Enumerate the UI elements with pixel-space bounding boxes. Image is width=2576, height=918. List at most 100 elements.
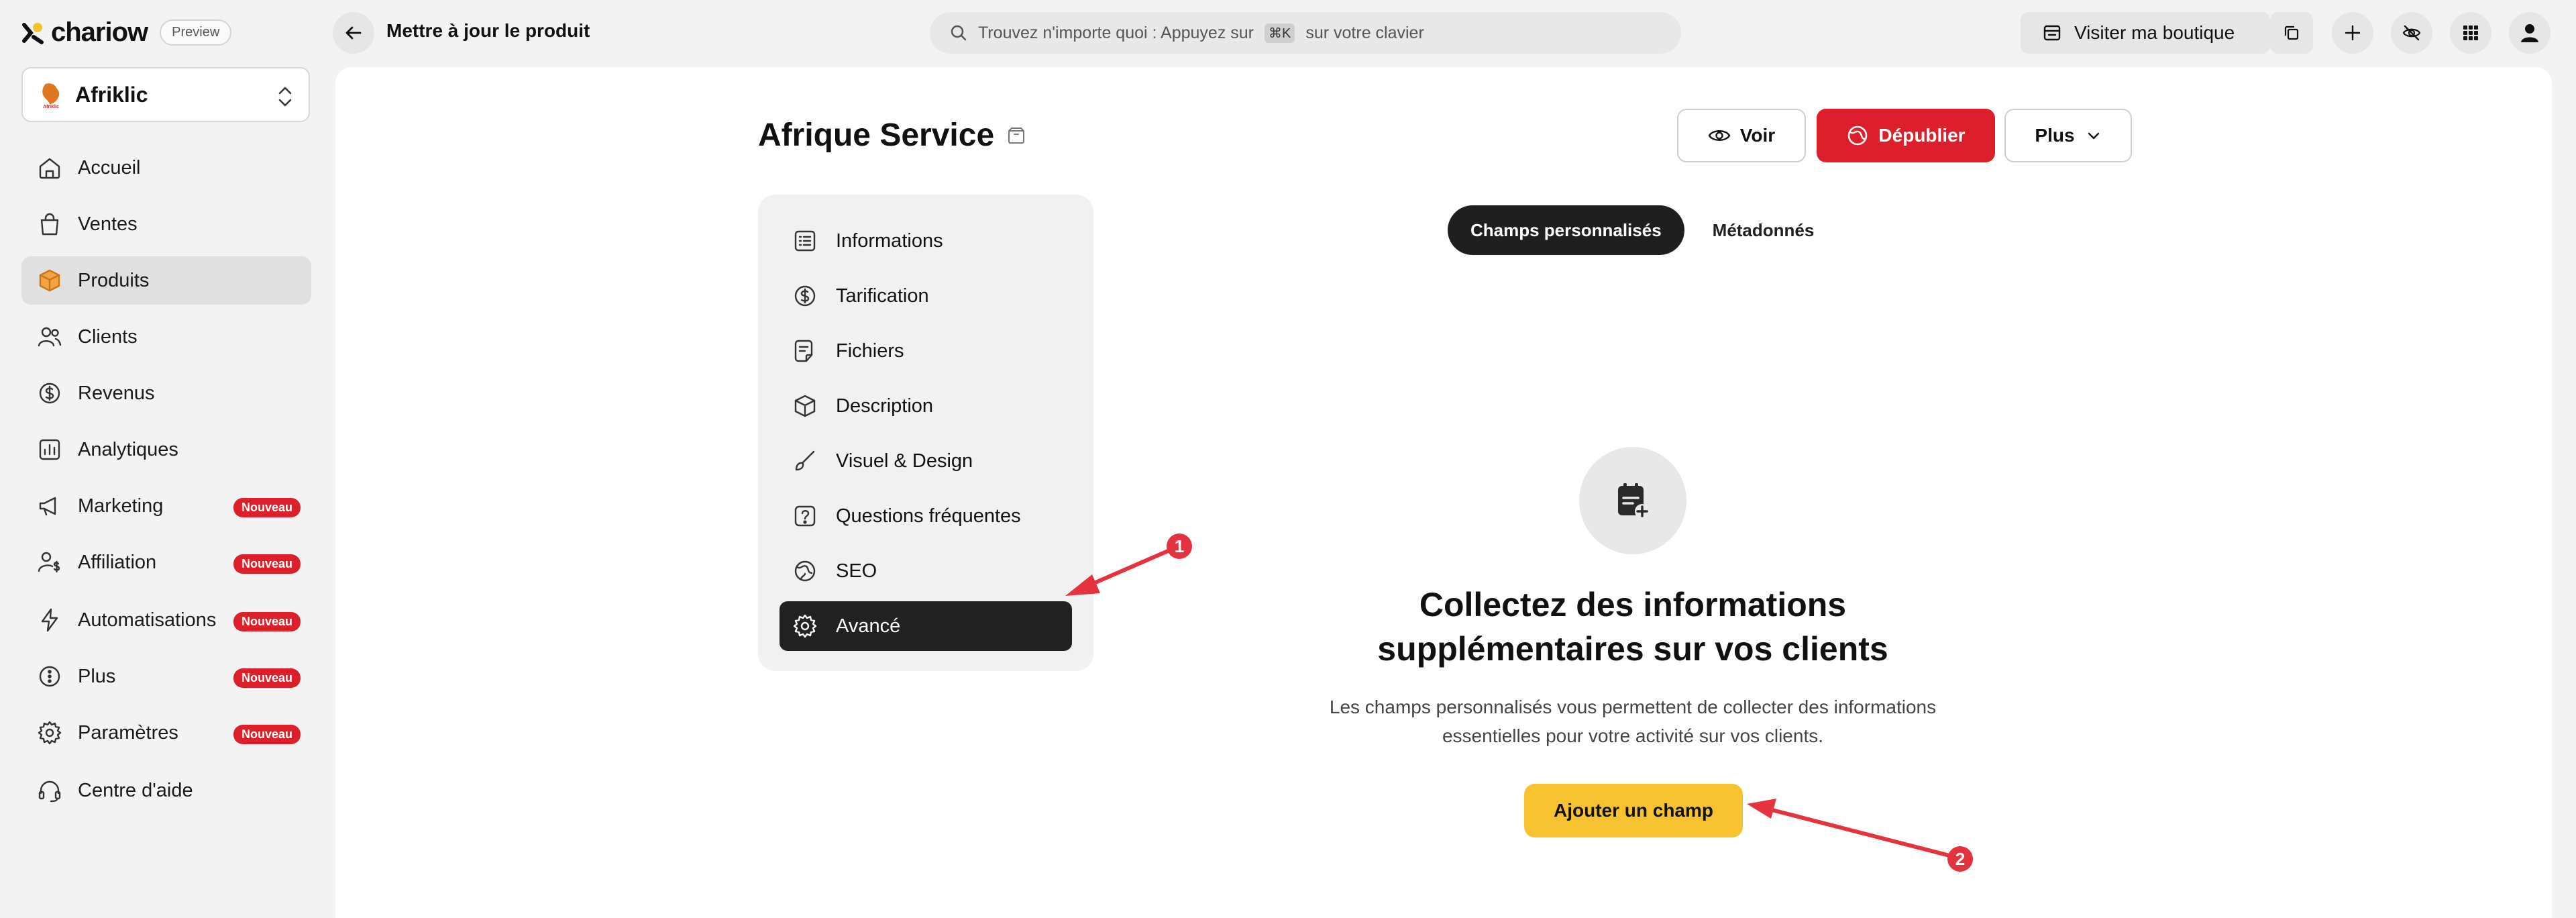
sidebar-item-produits[interactable]: Produits: [21, 256, 311, 305]
sidebar-item-plus[interactable]: Plus Nouveau: [21, 652, 311, 701]
tab-custom-fields[interactable]: Champs personnalisés: [1448, 205, 1684, 255]
nav-icon: [36, 323, 63, 350]
user-menu-button[interactable]: [2509, 12, 2551, 54]
nav-icon: [36, 719, 63, 746]
sidebar-item-clients[interactable]: Clients: [21, 313, 311, 361]
sidebar-item-label: Automatisations: [78, 609, 217, 631]
globe-icon: [794, 560, 816, 582]
sidebar-item-label: Produits: [78, 269, 150, 291]
chariow-logo[interactable]: chariow Preview: [21, 17, 232, 48]
menu-item-label: Description: [836, 395, 934, 417]
new-badge: Nouveau: [233, 725, 301, 744]
sidebar-item-affiliation[interactable]: Affiliation Nouveau: [21, 538, 311, 586]
menu-item-questions-fr-quentes[interactable]: Questions fréquentes: [780, 491, 1072, 541]
menu-item-icon: [792, 338, 818, 364]
product-title: Afrique Service: [758, 117, 995, 153]
view-button-label: Voir: [1739, 125, 1776, 146]
menu-item-description[interactable]: Description: [780, 381, 1072, 431]
chart-icon: [39, 439, 60, 460]
nav-icon: [36, 607, 63, 633]
main-panel: [335, 67, 2552, 918]
sidebar-item-centre-d-aide[interactable]: Centre d'aide: [21, 766, 311, 815]
menu-item-avanc-[interactable]: Avancé: [780, 601, 1072, 651]
nav-icon: [36, 267, 63, 294]
back-button[interactable]: [333, 12, 374, 54]
nav-icon: [36, 154, 63, 181]
sidebar-item-accueil[interactable]: Accueil: [21, 144, 311, 192]
new-badge: Nouveau: [233, 498, 301, 517]
add-button[interactable]: [2332, 12, 2373, 54]
sidebar-item-marketing[interactable]: Marketing Nouveau: [21, 482, 311, 530]
box-icon: [1008, 127, 1025, 144]
visit-store-label: Visiter ma boutique: [2074, 22, 2235, 43]
search-icon: [951, 25, 967, 41]
chevron-up-down-icon: [278, 87, 292, 107]
sidebar-item-label: Affiliation: [78, 551, 157, 573]
search-shortcut: ⌘K: [1265, 23, 1295, 43]
empty-state-description: Les champs personnalisés vous permettent…: [1297, 693, 1968, 750]
nav-icon: [36, 380, 63, 407]
user-dollar-icon: [38, 552, 60, 573]
empty-state-desc-line2: essentielles pour votre activité sur vos…: [1442, 725, 1824, 746]
new-badge: Nouveau: [233, 554, 301, 574]
product-title-row: Afrique Service: [758, 117, 1026, 154]
menu-item-fichiers[interactable]: Fichiers: [780, 326, 1072, 376]
apps-button[interactable]: [2450, 12, 2491, 54]
menu-item-icon: [792, 393, 818, 419]
menu-item-label: SEO: [836, 560, 877, 582]
tab-metadata[interactable]: Métadonnés: [1690, 205, 1837, 255]
visit-store-button[interactable]: Visiter ma boutique: [2021, 12, 2270, 54]
question-icon: [794, 505, 816, 527]
top-bar: chariow Preview Mettre à jour le produit…: [0, 0, 2576, 66]
page-heading: Mettre à jour le produit: [386, 20, 590, 41]
menu-item-icon: [792, 227, 818, 254]
bolt-icon: [41, 608, 58, 632]
brush-icon: [795, 450, 815, 471]
svg-text:Afriklic: Afriklic: [43, 105, 59, 109]
headset-icon: [38, 780, 61, 803]
nav-icon: [36, 436, 63, 463]
sidebar-item-ventes[interactable]: Ventes: [21, 200, 311, 248]
menu-item-tarification[interactable]: Tarification: [780, 271, 1072, 321]
form-add-icon: [1618, 483, 1650, 519]
sidebar-item-analytiques[interactable]: Analytiques: [21, 425, 311, 474]
sidebar-item-automatisations[interactable]: Automatisations Nouveau: [21, 596, 311, 644]
menu-item-informations[interactable]: Informations: [780, 216, 1072, 266]
sidebar-item-label: Analytiques: [78, 438, 178, 460]
search-text-before: Trouvez n'importe quoi : Appuyez sur: [978, 23, 1254, 42]
menu-item-label: Tarification: [836, 285, 929, 307]
plus-icon: [2345, 25, 2361, 41]
arrow-left-icon: [345, 26, 362, 40]
chevron-down-icon: [2088, 132, 2099, 140]
gear-icon: [793, 614, 817, 638]
menu-item-icon: [792, 558, 818, 584]
more-actions-button[interactable]: Plus: [2004, 109, 2132, 162]
menu-item-seo[interactable]: SEO: [780, 546, 1072, 596]
sidebar-item-revenus[interactable]: Revenus: [21, 369, 311, 417]
store-icon: [2043, 25, 2061, 41]
shopping-bag-icon: [40, 213, 59, 236]
search-text-after: sur votre clavier: [1305, 23, 1424, 42]
copy-link-button[interactable]: [2270, 12, 2313, 54]
nav-icon: [36, 549, 63, 576]
sidebar-item-label: Revenus: [78, 382, 155, 404]
home-icon: [39, 158, 60, 179]
eye-off-icon: [2402, 25, 2421, 41]
sidebar-item-param-tres[interactable]: Paramètres Nouveau: [21, 709, 311, 757]
users-icon: [38, 327, 62, 347]
menu-item-visuel-design[interactable]: Visuel & Design: [780, 436, 1072, 486]
grid-icon: [2463, 26, 2478, 40]
list-icon: [794, 230, 816, 252]
unpublish-button[interactable]: Dépublier: [1817, 109, 1995, 162]
menu-item-label: Questions fréquentes: [836, 505, 1021, 527]
more-circle-icon: [39, 666, 60, 687]
box-icon: [39, 269, 60, 292]
dollar-circle-icon: [794, 285, 816, 307]
visibility-toggle-button[interactable]: [2391, 12, 2432, 54]
empty-state-title-line1: Collectez des informations: [1419, 586, 1847, 623]
shop-selector[interactable]: Afriklic Afriklic: [21, 67, 310, 122]
search-bar[interactable]: Trouvez n'importe quoi : Appuyez sur ⌘K …: [930, 12, 1681, 54]
nav-icon: [36, 493, 63, 519]
view-button[interactable]: Voir: [1677, 109, 1806, 162]
add-field-button[interactable]: Ajouter un champ: [1524, 784, 1743, 837]
